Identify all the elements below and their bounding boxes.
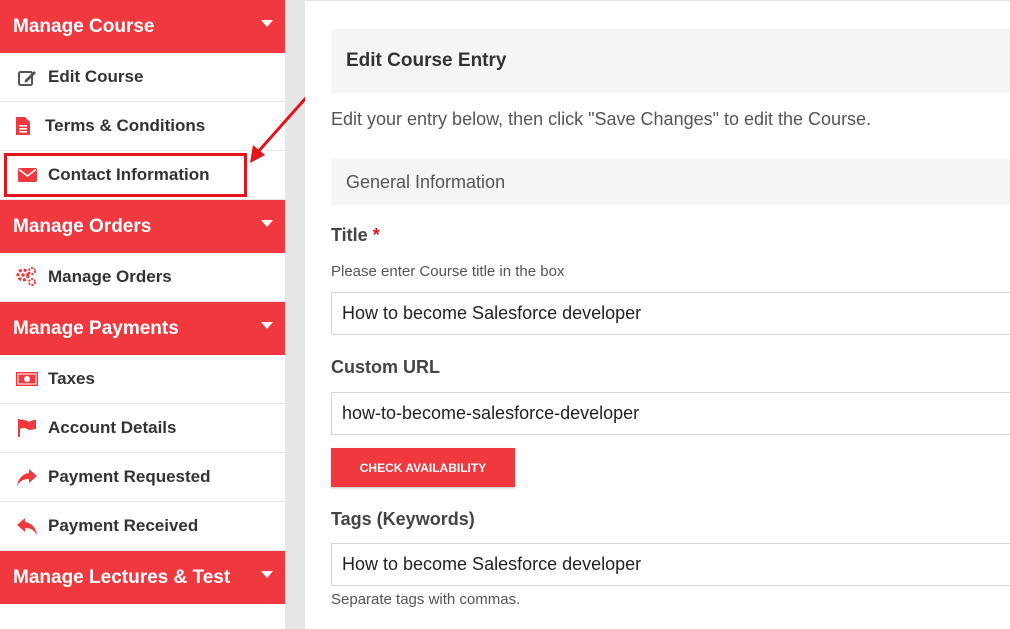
title-help: Please enter Course title in the box — [331, 263, 565, 280]
caret-down-icon — [261, 20, 273, 27]
tags-label: Tags (Keywords) — [331, 509, 475, 529]
sidebar: Manage Course Edit Course Terms & Condit… — [0, 0, 285, 629]
sidebar-item-label: Manage Orders — [48, 267, 172, 286]
section-title: Manage Lectures & Test — [13, 566, 231, 588]
sidebar-item-label: Payment Received — [48, 516, 199, 535]
section-manage-course[interactable]: Manage Course — [0, 0, 285, 53]
envelope-icon — [16, 165, 38, 185]
document-icon — [14, 116, 32, 136]
required-mark: * — [372, 225, 380, 245]
sidebar-item-manage-orders[interactable]: Manage Orders — [0, 253, 285, 302]
caret-down-icon — [261, 322, 273, 329]
money-icon — [16, 369, 38, 389]
custom-url-input[interactable] — [331, 392, 1010, 435]
sidebar-item-terms[interactable]: Terms & Conditions — [0, 102, 285, 151]
main-content: Edit Course Entry Edit your entry below,… — [305, 0, 1010, 629]
intro-text: Edit your entry below, then click "Save … — [331, 109, 872, 129]
sidebar-item-contact-information[interactable]: Contact Information — [0, 151, 285, 200]
title-label: Title * — [331, 225, 380, 246]
share-icon — [16, 467, 38, 487]
sidebar-item-label: Taxes — [48, 369, 95, 388]
sidebar-item-label: Edit Course — [48, 67, 144, 86]
section-title: Manage Orders — [13, 215, 152, 237]
section-title: Manage Course — [13, 15, 155, 37]
section-manage-lectures[interactable]: Manage Lectures & Test — [0, 551, 285, 604]
gears-icon — [16, 267, 38, 287]
sidebar-item-payment-requested[interactable]: Payment Requested — [0, 453, 285, 502]
reply-icon — [16, 516, 38, 536]
panel-title: Edit Course Entry — [331, 29, 1010, 93]
title-label-text: Title — [331, 225, 368, 245]
sidebar-item-edit-course[interactable]: Edit Course — [0, 53, 285, 102]
caret-down-icon — [261, 220, 273, 227]
custom-url-label: Custom URL — [331, 357, 440, 377]
sidebar-item-partial[interactable] — [0, 604, 285, 629]
section-title: Manage Payments — [13, 317, 179, 339]
title-input[interactable] — [331, 292, 1010, 335]
section-manage-payments[interactable]: Manage Payments — [0, 302, 285, 355]
sidebar-item-label: Payment Requested — [48, 467, 211, 486]
tags-help: Separate tags with commas. — [331, 591, 521, 608]
sidebar-item-payment-received[interactable]: Payment Received — [0, 502, 285, 551]
section-title-general: General Information — [331, 159, 1010, 205]
sidebar-item-account-details[interactable]: Account Details — [0, 404, 285, 453]
sidebar-item-label: Terms & Conditions — [45, 116, 206, 135]
sidebar-item-taxes[interactable]: Taxes — [0, 355, 285, 404]
divider — [285, 0, 305, 629]
flag-icon — [16, 418, 38, 438]
sidebar-item-label: Account Details — [48, 418, 177, 437]
check-availability-button[interactable]: CHECK AVAILABILITY — [331, 448, 515, 487]
caret-down-icon — [261, 571, 273, 578]
sidebar-item-label: Contact Information — [48, 165, 210, 184]
edit-icon — [16, 67, 38, 87]
tags-input[interactable] — [331, 543, 1010, 586]
section-manage-orders[interactable]: Manage Orders — [0, 200, 285, 253]
